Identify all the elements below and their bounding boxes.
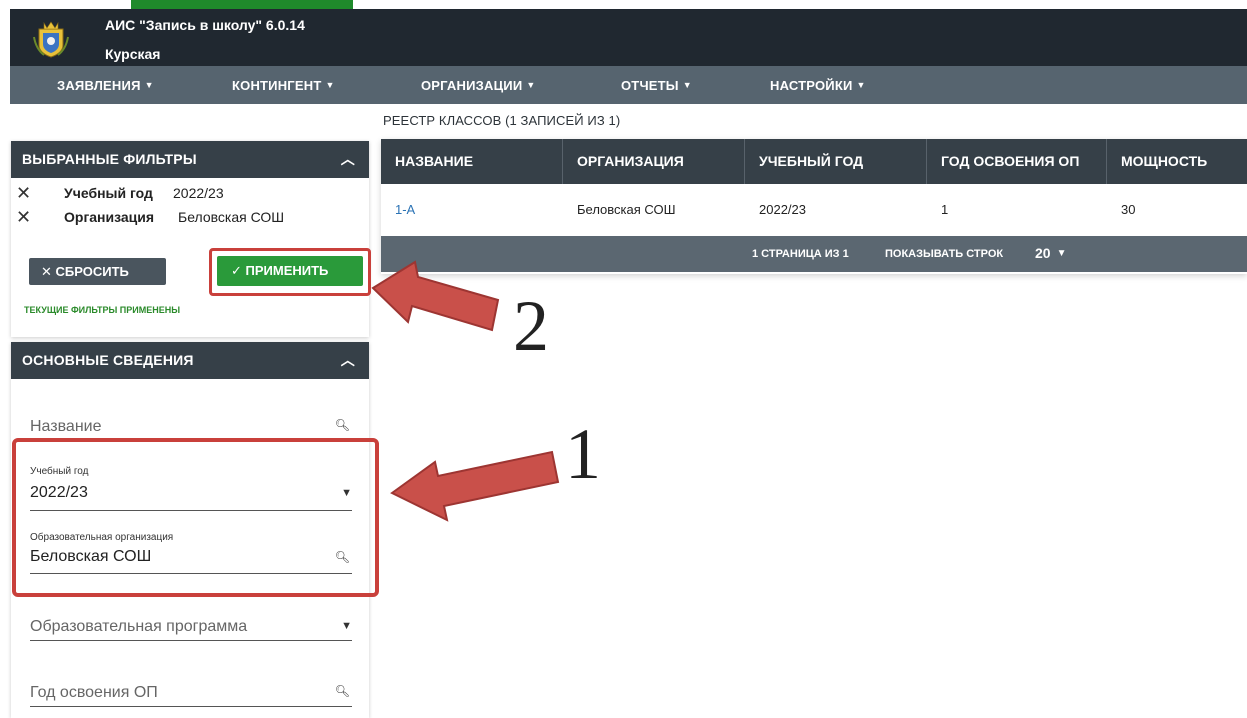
nav-item-applications[interactable]: ЗАЯВЛЕНИЯ ▼ (57, 78, 154, 93)
pager-rows-label: ПОКАЗЫВАТЬ СТРОК (885, 248, 1004, 260)
close-icon[interactable]: ✕ (16, 183, 31, 203)
column-header-name[interactable]: НАЗВАНИЕ (381, 139, 563, 184)
app-region: Курская (105, 46, 161, 62)
nav-item-settings[interactable]: НАСТРОЙКИ ▼ (770, 78, 866, 93)
search-icon[interactable]: 🔍︎ (335, 684, 350, 698)
caret-down-icon[interactable]: ▼ (341, 620, 352, 632)
cell-name-link[interactable]: 1-А (381, 184, 563, 236)
highlight-block (131, 0, 353, 9)
app-header: АИС "Запись в школу" 6.0.14 Курская (10, 9, 1247, 66)
column-header-year[interactable]: УЧЕБНЫЙ ГОД (745, 139, 927, 184)
name-field[interactable]: Название 🔍︎ (30, 412, 352, 439)
nav-item-contingent[interactable]: КОНТИНГЕНТ ▼ (232, 78, 335, 93)
selected-filters-header[interactable]: ВЫБРАННЫЕ ФИЛЬТРЫ ︿ (11, 141, 369, 178)
nav-item-organizations[interactable]: ОРГАНИЗАЦИИ ▼ (421, 78, 535, 93)
cell-organization: Беловская СОШ (577, 202, 676, 217)
registry-caption: РЕЕСТР КЛАССОВ (1 ЗАПИСЕЙ ИЗ 1) (383, 113, 621, 128)
classes-table: НАЗВАНИЕ ОРГАНИЗАЦИЯ УЧЕБНЫЙ ГОД ГОД ОСВ… (381, 139, 1247, 274)
rows-per-page-select[interactable]: 20 ▼ (1035, 245, 1066, 261)
op-year-field[interactable]: Год освоения ОП 🔍︎ (30, 680, 352, 707)
app-title: АИС "Запись в школу" 6.0.14 (105, 17, 305, 33)
apply-button-highlight: ✓ ПРИМЕНИТЬ (209, 248, 371, 296)
filters-status: ТЕКУЩИЕ ФИЛЬТРЫ ПРИМЕНЕНЫ (24, 305, 181, 315)
caret-down-icon: ▼ (526, 80, 536, 90)
chevron-up-icon[interactable]: ︿ (341, 342, 355, 379)
caret-down-icon: ▼ (325, 80, 335, 90)
step-number-1: 1 (565, 414, 601, 494)
document-top-strip (0, 0, 1247, 9)
apply-button[interactable]: ✓ ПРИМЕНИТЬ (217, 256, 363, 286)
column-header-op-year[interactable]: ГОД ОСВОЕНИЯ ОП (927, 139, 1107, 184)
table-row[interactable]: 1-А Беловская СОШ 2022/23 1 30 (381, 184, 1247, 236)
cell-year: 2022/23 (759, 202, 806, 217)
fields-highlight-box (12, 438, 379, 597)
filter-chip-organization: ✕ Организация Беловская СОШ (16, 207, 285, 227)
cell-capacity: 30 (1121, 202, 1136, 217)
caret-down-icon: ▼ (682, 80, 692, 90)
table-pager: 1 СТРАНИЦА ИЗ 1 ПОКАЗЫВАТЬ СТРОК 20 ▼ (381, 236, 1247, 272)
caret-down-icon: ▼ (856, 80, 866, 90)
step-number-2: 2 (513, 286, 549, 366)
selected-filters-panel: ВЫБРАННЫЕ ФИЛЬТРЫ ︿ ✕ Учебный год 2022/2… (11, 141, 371, 337)
caret-down-icon: ▼ (1056, 248, 1067, 259)
caret-down-icon: ▼ (144, 80, 154, 90)
main-info-header[interactable]: ОСНОВНЫЕ СВЕДЕНИЯ ︿ (11, 342, 369, 379)
nav-item-reports[interactable]: ОТЧЕТЫ ▼ (621, 78, 692, 93)
education-program-select[interactable]: Образовательная программа ▼ (30, 614, 352, 641)
arrow-annotation-1 (390, 450, 560, 522)
column-header-organization[interactable]: ОРГАНИЗАЦИЯ (563, 139, 745, 184)
column-header-capacity[interactable]: МОЩНОСТЬ (1107, 139, 1247, 184)
filter-chip-year: ✕ Учебный год 2022/23 (16, 183, 224, 203)
close-icon[interactable]: ✕ (16, 207, 31, 227)
reset-button[interactable]: ✕ СБРОСИТЬ (29, 258, 166, 285)
chevron-up-icon[interactable]: ︿ (341, 141, 355, 178)
cell-op-year: 1 (941, 202, 949, 217)
search-icon[interactable]: 🔍︎ (335, 418, 350, 432)
table-header: НАЗВАНИЕ ОРГАНИЗАЦИЯ УЧЕБНЫЙ ГОД ГОД ОСВ… (381, 139, 1247, 184)
coat-of-arms-logo (33, 21, 69, 58)
pager-pages: 1 СТРАНИЦА ИЗ 1 (752, 248, 849, 260)
main-nav: ЗАЯВЛЕНИЯ ▼ КОНТИНГЕНТ ▼ ОРГАНИЗАЦИИ ▼ ОТЧЕ… (10, 66, 1247, 104)
